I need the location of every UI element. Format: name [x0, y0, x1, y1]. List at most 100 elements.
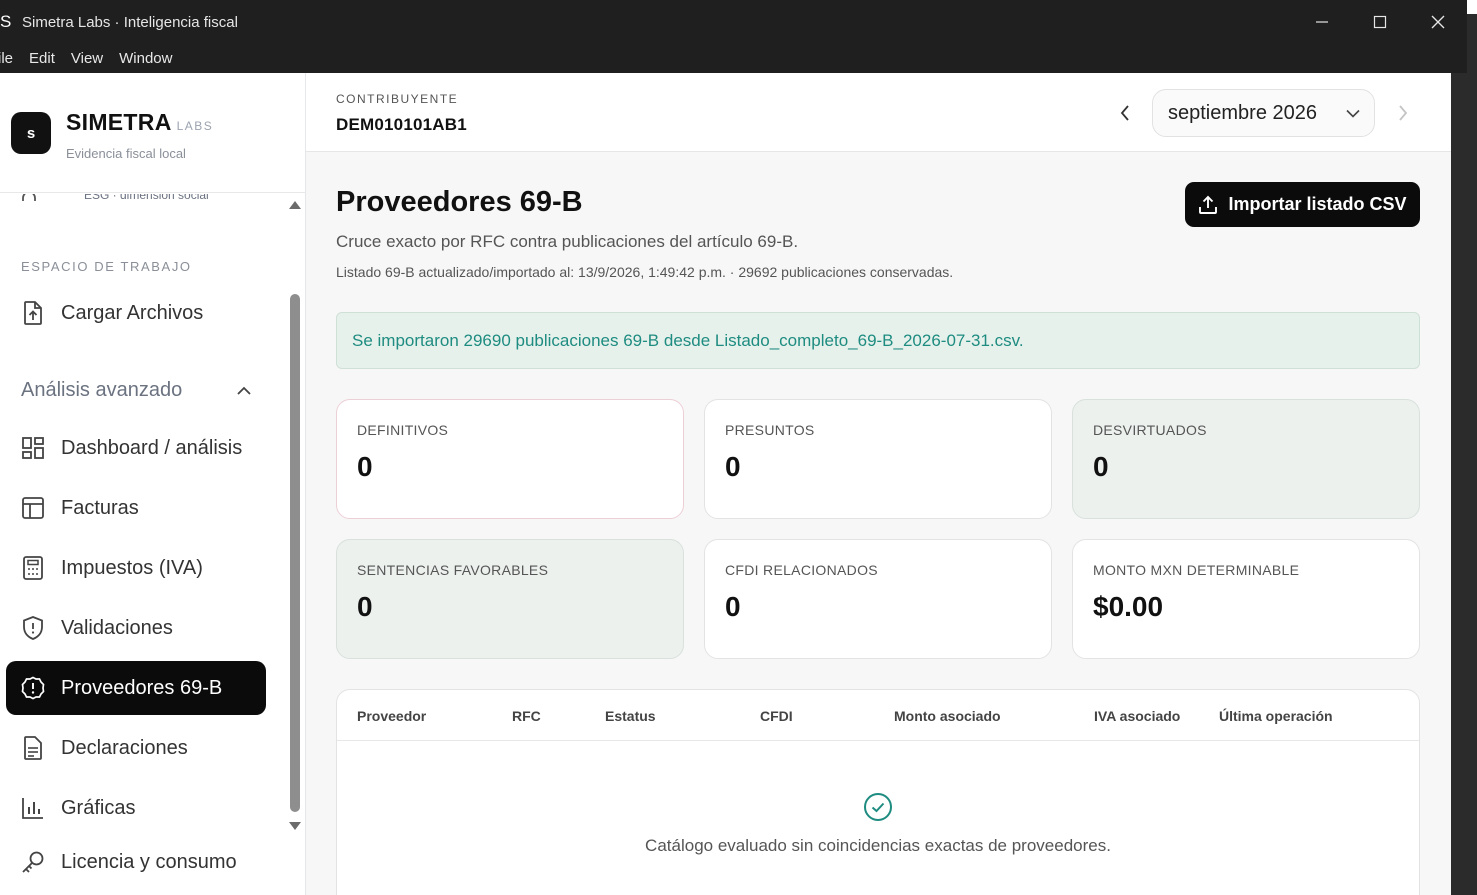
stat-card-presuntos: PRESUNTOS 0 [704, 399, 1052, 519]
maximize-button[interactable] [1351, 0, 1409, 44]
menu-file[interactable]: ile [0, 50, 13, 67]
column-header-rfc[interactable]: RFC [512, 708, 541, 724]
calculator-icon [21, 556, 45, 580]
file-upload-icon [21, 301, 45, 325]
period-select[interactable]: septiembre 2026 [1152, 89, 1375, 137]
chevron-up-icon [237, 386, 251, 395]
stat-label: CFDI RELACIONADOS [725, 562, 878, 578]
page-subtitle: Cruce exacto por RFC contra publicacione… [336, 232, 799, 251]
chevron-right-icon [1399, 105, 1408, 121]
stat-value: $0.00 [1093, 591, 1164, 622]
brand-header: s SIMETRA LABS Evidencia fiscal local [0, 73, 305, 193]
stat-value: 0 [1093, 451, 1109, 482]
sidebar-item-esg-social[interactable]: ESG · dimensión social [20, 194, 270, 220]
sidebar-item-declaraciones[interactable]: Declaraciones [6, 721, 266, 775]
page-title: Proveedores 69-B [336, 186, 583, 218]
import-metadata: Listado 69-B actualizado/importado al: 1… [336, 264, 954, 280]
column-header-iva[interactable]: IVA asociado [1094, 708, 1180, 724]
chevron-left-icon [1120, 105, 1129, 121]
stat-card-cfdi-relacionados: CFDI RELACIONADOS 0 [704, 539, 1052, 659]
group-toggle-analisis-avanzado[interactable]: Análisis avanzado [21, 379, 251, 402]
scroll-up-arrow-icon[interactable] [289, 201, 301, 209]
upload-icon [1198, 195, 1218, 215]
window-title: Simetra Labs · Inteligencia fiscal [22, 13, 238, 31]
menu-bar: ile Edit View Window [0, 44, 1467, 73]
period-value: septiembre 2026 [1168, 101, 1317, 124]
column-header-cfdi[interactable]: CFDI [760, 708, 793, 724]
menu-edit[interactable]: Edit [29, 50, 55, 67]
sidebar-item-label: Dashboard / análisis [61, 436, 243, 459]
sidebar-item-label: Facturas [61, 496, 139, 519]
alert-circle-icon [21, 676, 45, 700]
contributor-label: CONTRIBUYENTE [336, 92, 459, 106]
sidebar-scroll-thumb[interactable] [290, 294, 300, 812]
sidebar-item-label: Impuestos (IVA) [61, 556, 203, 579]
dashboard-icon [21, 436, 45, 460]
sidebar-item-label: Licencia y consumo [61, 850, 237, 873]
close-button[interactable] [1409, 0, 1467, 44]
maximize-icon [1373, 15, 1387, 29]
minimize-icon [1316, 21, 1328, 23]
stat-value: 0 [725, 591, 741, 622]
stat-card-definitivos: DEFINITIVOS 0 [336, 399, 684, 519]
next-period-button[interactable] [1392, 101, 1414, 125]
sidebar-item-label: Gráficas [61, 796, 136, 819]
check-circle-icon [864, 793, 892, 821]
column-header-monto[interactable]: Monto asociado [894, 708, 1001, 724]
sidebar-item-validaciones[interactable]: Validaciones [6, 601, 266, 655]
minimize-button[interactable] [1293, 0, 1351, 44]
sidebar-item-facturas[interactable]: Facturas [6, 481, 266, 535]
stat-card-sentencias-favorables: SENTENCIAS FAVORABLES 0 [336, 539, 684, 659]
stat-label: PRESUNTOS [725, 422, 815, 438]
close-icon [1431, 15, 1445, 29]
sidebar-item-subtitle: ESG · dimensión social [84, 194, 209, 202]
key-icon [21, 850, 45, 874]
column-header-ultima-operacion[interactable]: Última operación [1219, 708, 1333, 724]
sidebar-item-licencia[interactable]: Licencia y consumo [6, 835, 266, 889]
menu-view[interactable]: View [71, 50, 103, 67]
import-csv-button[interactable]: Importar listado CSV [1185, 182, 1420, 227]
sidebar-item-proveedores-69b[interactable]: Proveedores 69-B [6, 661, 266, 715]
brand-logo: s [11, 112, 51, 154]
top-bar: CONTRIBUYENTE DEM010101AB1 septiembre 20… [306, 73, 1451, 152]
stat-label: DESVIRTUADOS [1093, 422, 1207, 438]
window-controls [1293, 0, 1467, 44]
app-icon: S [0, 12, 12, 31]
previous-period-button[interactable] [1114, 101, 1136, 125]
brand-tagline: Evidencia fiscal local [66, 146, 186, 161]
sidebar-item-label: Declaraciones [61, 736, 188, 759]
import-success-alert: Se importaron 29690 publicaciones 69-B d… [336, 312, 1420, 369]
stat-value: 0 [357, 591, 373, 622]
column-header-proveedor[interactable]: Proveedor [357, 708, 426, 724]
main-content: CONTRIBUYENTE DEM010101AB1 septiembre 20… [306, 73, 1451, 895]
sidebar-item-impuestos[interactable]: Impuestos (IVA) [6, 541, 266, 595]
window-edge [1467, 0, 1477, 895]
contributor-rfc: DEM010101AB1 [336, 115, 467, 134]
shield-icon [21, 616, 45, 640]
sidebar-item-graficas[interactable]: Gráficas [6, 781, 266, 835]
menu-window[interactable]: Window [119, 50, 172, 67]
sidebar-item-label: Proveedores 69-B [61, 676, 223, 699]
sidebar-item-label: Validaciones [61, 616, 173, 639]
window-titlebar: S Simetra Labs · Inteligencia fiscal [0, 0, 1467, 44]
users-icon [22, 194, 36, 201]
empty-state-message: Catálogo evaluado sin coincidencias exac… [645, 836, 1111, 855]
brand-name-text: SIMETRA [66, 109, 172, 135]
bar-chart-icon [21, 796, 45, 820]
sidebar-item-cargar-archivos[interactable]: Cargar Archivos [6, 286, 266, 340]
sidebar: s SIMETRA LABS Evidencia fiscal local ESG… [0, 73, 306, 895]
scroll-down-arrow-icon[interactable] [289, 822, 301, 830]
table-header: Proveedor RFC Estatus CFDI Monto asociad… [337, 690, 1419, 741]
brand-suffix: LABS [176, 119, 214, 133]
sidebar-item-dashboard[interactable]: Dashboard / análisis [6, 421, 266, 475]
group-label: Análisis avanzado [21, 379, 183, 401]
stat-value: 0 [725, 451, 741, 482]
stat-label: MONTO MXN DETERMINABLE [1093, 562, 1300, 578]
chevron-down-icon [1346, 109, 1360, 118]
column-header-estatus[interactable]: Estatus [605, 708, 656, 724]
table-icon [21, 496, 45, 520]
sidebar-scrollbar[interactable] [288, 194, 302, 895]
import-csv-label: Importar listado CSV [1228, 194, 1407, 214]
stat-value: 0 [357, 451, 373, 482]
alert-message: Se importaron 29690 publicaciones 69-B d… [352, 330, 1024, 350]
